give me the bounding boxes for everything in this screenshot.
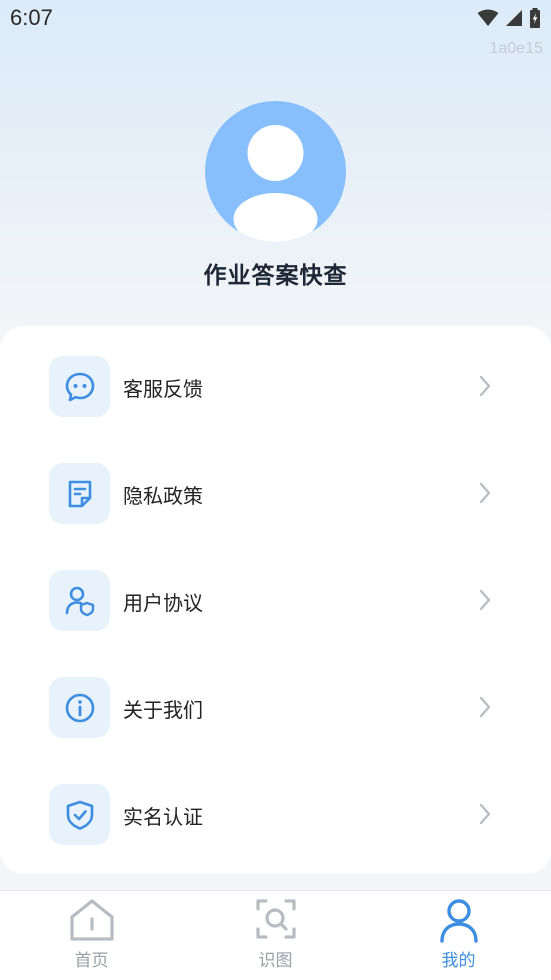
menu-label-about-us: 关于我们 (123, 698, 203, 722)
battery-icon (530, 8, 540, 28)
chevron-right-icon (479, 589, 491, 611)
document-icon (68, 480, 91, 507)
menu-icon-box (49, 677, 110, 738)
menu-label-real-name-verification: 实名认证 (123, 805, 203, 829)
chevron-right-icon (479, 803, 491, 825)
tab-label-mine: 我的 (441, 951, 476, 971)
menu-item-user-agreement[interactable]: 用户协议 (0, 540, 551, 647)
home-icon (69, 899, 114, 941)
menu-label-user-agreement: 用户协议 (123, 591, 203, 615)
tab-home[interactable]: 首页 (0, 891, 183, 980)
default-avatar-icon (233, 125, 318, 242)
chevron-right-icon (479, 482, 491, 504)
chevron-right-icon (479, 696, 491, 718)
shield-check-icon (66, 800, 93, 830)
menu-label-privacy-policy: 隐私政策 (123, 484, 203, 508)
wifi-icon (477, 9, 499, 26)
menu-item-privacy-policy[interactable]: 隐私政策 (0, 433, 551, 540)
menu-icon-box (49, 356, 110, 417)
tab-label-scan: 识图 (258, 951, 293, 971)
user-shield-icon (65, 586, 94, 616)
menu-item-feedback[interactable]: 客服反馈 (0, 326, 551, 433)
menu-label-feedback: 客服反馈 (123, 377, 203, 401)
menu-icon-box (49, 463, 110, 524)
info-icon (65, 693, 94, 722)
person-icon (439, 899, 478, 943)
menu-item-real-name-verification[interactable]: 实名认证 (0, 754, 551, 861)
app-name: 作业答案快查 (203, 263, 348, 289)
scan-search-icon (255, 899, 296, 939)
chat-bubble-icon (65, 372, 94, 401)
avatar (205, 101, 346, 242)
tab-mine[interactable]: 我的 (367, 891, 550, 980)
tab-scan[interactable]: 识图 (184, 891, 367, 980)
menu-icon-box (49, 570, 110, 631)
cell-signal-icon (506, 10, 522, 26)
chevron-right-icon (479, 375, 491, 397)
status-bar: 6:07 (0, 0, 551, 38)
menu-icon-box (49, 784, 110, 845)
version-tag: 1a0e15 (489, 40, 543, 57)
status-icons (477, 8, 541, 28)
tab-label-home: 首页 (74, 951, 109, 971)
bottom-tab-bar: 首页 识图 我的 (0, 890, 551, 980)
menu-card: 客服反馈 隐私政策 用户协议 关于我们 实名认证 (0, 326, 551, 874)
menu-item-about-us[interactable]: 关于我们 (0, 647, 551, 754)
status-time: 6:07 (10, 5, 53, 30)
